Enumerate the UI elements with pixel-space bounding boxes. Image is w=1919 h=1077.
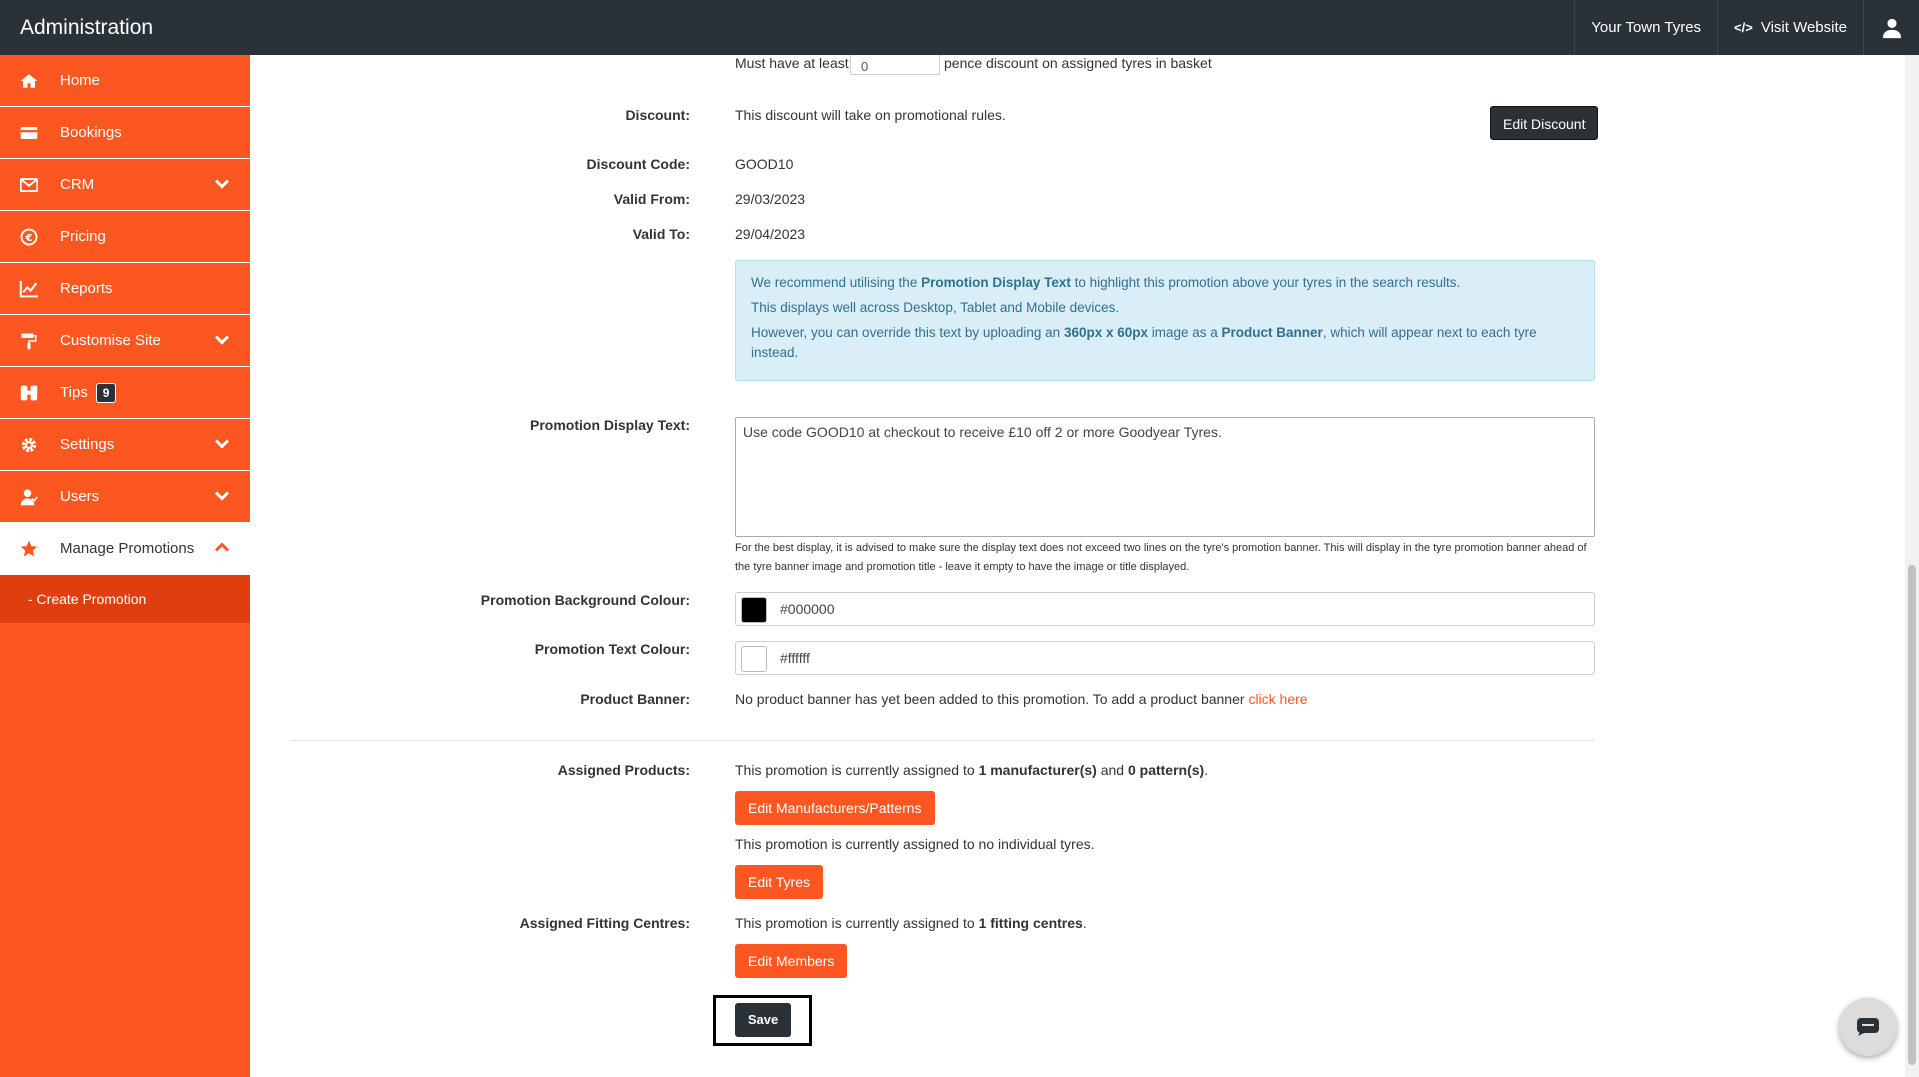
info-line-3: However, you can override this text by u…: [751, 325, 1537, 360]
assigned-products-label: Assigned Products:: [557, 762, 690, 778]
sidebar-item-label: Tips: [60, 384, 88, 401]
chevron-down-icon: [214, 176, 230, 193]
sidebar-item-pricing[interactable]: € Pricing: [0, 211, 250, 263]
sidebar-item-home[interactable]: Home: [0, 55, 250, 107]
scrollbar-thumb[interactable]: [1908, 565, 1916, 1065]
sidebar: Home Bookings CRM € Pricing Reports Cust…: [0, 55, 250, 1077]
sidebar-item-label: Manage Promotions: [60, 540, 195, 557]
text-colour-label: Promotion Text Colour:: [534, 641, 690, 657]
text-colour-swatch[interactable]: [741, 646, 767, 672]
paint-roller-icon: [18, 330, 40, 352]
sidebar-item-settings[interactable]: Settings: [0, 419, 250, 471]
binoculars-icon: [18, 382, 40, 404]
site-name-link[interactable]: Your Town Tyres: [1574, 0, 1717, 55]
fitting-centres-text: This promotion is currently assigned to …: [735, 915, 1087, 931]
display-text-textarea[interactable]: Use code GOOD10 at checkout to receive £…: [735, 417, 1595, 537]
valid-to-label: Valid To:: [632, 226, 690, 242]
discount-value: This discount will take on promotional r…: [735, 107, 1006, 123]
edit-discount-button[interactable]: Edit Discount: [1490, 106, 1599, 140]
chevron-down-icon: [214, 436, 230, 453]
valid-from-value: 29/03/2023: [735, 191, 806, 207]
assigned-products-text: This promotion is currently assigned to …: [735, 762, 1209, 778]
sidebar-item-label: Bookings: [60, 124, 122, 141]
main-content: Must have at least 0 pence discount on a…: [250, 55, 1905, 1077]
sidebar-item-crm[interactable]: CRM: [0, 159, 250, 211]
chevron-down-icon: [214, 332, 230, 349]
min-discount-prefix: Must have at least: [735, 55, 849, 71]
sidebar-item-label: Pricing: [60, 228, 106, 245]
sidebar-item-manage-promotions[interactable]: Manage Promotions: [0, 523, 250, 575]
discount-code-label: Discount Code:: [586, 156, 690, 172]
bg-colour-label: Promotion Background Colour:: [480, 592, 690, 608]
min-discount-suffix: pence discount on assigned tyres in bask…: [944, 55, 1212, 71]
sidebar-subitem-create-promotion[interactable]: - Create Promotion: [0, 575, 250, 623]
chat-icon: [1857, 1018, 1879, 1036]
text-colour-value: #ffffff: [780, 650, 810, 666]
chat-widget-button[interactable]: [1839, 998, 1897, 1056]
bg-colour-swatch[interactable]: [741, 597, 767, 623]
section-divider: [290, 740, 1595, 741]
sidebar-item-label: Users: [60, 488, 100, 505]
bg-colour-value: #000000: [780, 601, 835, 617]
edit-members-button[interactable]: Edit Members: [735, 944, 848, 978]
promotion-info-alert: We recommend utilising the Promotion Dis…: [735, 260, 1595, 381]
top-navbar: Administration Your Town Tyres </> Visit…: [0, 0, 1919, 55]
chart-icon: [18, 278, 40, 300]
display-text-help: For the best display, it is advised to m…: [735, 542, 1587, 573]
discount-label: Discount:: [625, 107, 690, 123]
sidebar-item-label: Reports: [60, 280, 113, 297]
product-banner-text: No product banner has yet been added to …: [735, 691, 1308, 707]
home-icon: [18, 70, 40, 92]
euro-icon: €: [18, 226, 40, 248]
bg-colour-input[interactable]: #000000: [735, 592, 1595, 626]
info-line-1: We recommend utilising the Promotion Dis…: [751, 275, 1461, 290]
visit-website-link[interactable]: </> Visit Website: [1717, 0, 1863, 55]
discount-code-value: GOOD10: [735, 156, 794, 172]
sidebar-item-label: CRM: [60, 176, 95, 193]
user-icon: [18, 486, 40, 508]
sidebar-item-label: Home: [60, 72, 101, 89]
tips-count-badge: 9: [95, 382, 117, 403]
svg-text:€: €: [25, 232, 33, 243]
edit-tyres-button[interactable]: Edit Tyres: [735, 865, 823, 899]
product-banner-label: Product Banner:: [580, 691, 690, 707]
sidebar-item-customise-site[interactable]: Customise Site: [0, 315, 250, 367]
min-discount-input[interactable]: 0: [850, 55, 940, 75]
valid-to-value: 29/04/2023: [735, 226, 806, 242]
save-button[interactable]: Save: [735, 1003, 791, 1037]
sidebar-item-tips[interactable]: Tips 9: [0, 367, 250, 419]
edit-manufacturers-button[interactable]: Edit Manufacturers/Patterns: [735, 791, 935, 825]
visit-website-label: Visit Website: [1760, 18, 1847, 36]
chevron-up-icon: [214, 540, 230, 557]
page-scrollbar[interactable]: [1905, 55, 1919, 1077]
sidebar-item-label: Customise Site: [60, 332, 161, 349]
gear-icon: [18, 434, 40, 456]
display-text-label: Promotion Display Text:: [530, 417, 690, 433]
user-menu-button[interactable]: [1863, 0, 1919, 55]
user-icon: [1882, 18, 1901, 38]
sidebar-item-label: Settings: [60, 436, 115, 453]
fitting-centres-label: Assigned Fitting Centres:: [519, 915, 690, 931]
credit-card-icon: [18, 122, 40, 144]
info-line-2: This displays well across Desktop, Table…: [751, 300, 1120, 315]
chevron-down-icon: [214, 488, 230, 505]
sidebar-item-reports[interactable]: Reports: [0, 263, 250, 315]
code-icon: </>: [1734, 19, 1753, 35]
text-colour-input[interactable]: #ffffff: [735, 641, 1595, 675]
add-banner-link[interactable]: click here: [1248, 691, 1307, 707]
individual-tyres-text: This promotion is currently assigned to …: [735, 836, 1095, 852]
star-icon: [18, 538, 40, 560]
valid-from-label: Valid From:: [613, 191, 690, 207]
top-nav-right: Your Town Tyres </> Visit Website: [1574, 0, 1919, 55]
sidebar-item-bookings[interactable]: Bookings: [0, 107, 250, 159]
envelope-icon: [18, 174, 40, 196]
sidebar-item-users[interactable]: Users: [0, 471, 250, 523]
app-title[interactable]: Administration: [20, 0, 153, 55]
